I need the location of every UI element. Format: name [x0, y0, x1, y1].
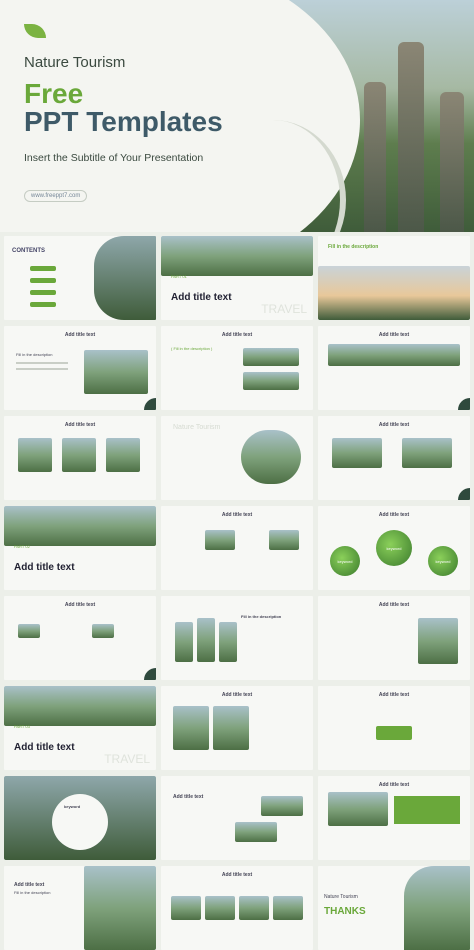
- slide-3-1[interactable]: Add title text: [4, 416, 156, 500]
- slide-5-1[interactable]: Add title text: [4, 596, 156, 680]
- slide-6-2[interactable]: Add title text: [161, 686, 313, 770]
- slide-part03[interactable]: PART 03 Add title text TRAVEL: [4, 686, 156, 770]
- slide-grid: CONTENTS PART 01 Add title text TRAVEL F…: [4, 236, 470, 950]
- slide-contents[interactable]: CONTENTS: [4, 236, 156, 320]
- slide-7-3[interactable]: Add title text: [318, 776, 470, 860]
- slide-6-3[interactable]: Add title text: [318, 686, 470, 770]
- slide-3-3[interactable]: Add title text: [318, 416, 470, 500]
- slide-big-title: Add title text: [171, 292, 232, 303]
- slide-part02[interactable]: PART 02 Add title text: [4, 506, 156, 590]
- contents-title: CONTENTS: [12, 248, 45, 254]
- slide-5-2[interactable]: Fill in the description: [161, 596, 313, 680]
- cover-title-ppt: PPT Templates: [24, 106, 223, 137]
- cover-url: www.freeppt7.com: [24, 190, 88, 202]
- slide-thanks[interactable]: Nature Tourism THANKS: [318, 866, 470, 950]
- slide-8-2[interactable]: Add title text: [161, 866, 313, 950]
- cover-slide: Nature Tourism Free PPT Templates Insert…: [0, 0, 474, 232]
- slide-2-1[interactable]: Add title text Fill in the description: [4, 326, 156, 410]
- slide-8-1[interactable]: Add title text Fill in the description: [4, 866, 156, 950]
- slide-part01[interactable]: PART 01 Add title text TRAVEL: [161, 236, 313, 320]
- slide-7-2[interactable]: Add title text: [161, 776, 313, 860]
- cover-subtitle: Insert the Subtitle of Your Presentation: [24, 152, 204, 164]
- slide-4-2[interactable]: Add title text: [161, 506, 313, 590]
- slide-fill-description[interactable]: Fill in the description: [318, 236, 470, 320]
- slide-5-3[interactable]: Add title text: [318, 596, 470, 680]
- slide-4-3[interactable]: Add title text keyword keyword keyword: [318, 506, 470, 590]
- slide-3-2[interactable]: Nature Tourism: [161, 416, 313, 500]
- slide-2-2[interactable]: Add title text ( Fill in the description…: [161, 326, 313, 410]
- slide-7-1[interactable]: keyword: [4, 776, 156, 860]
- slide-2-3[interactable]: Add title text: [318, 326, 470, 410]
- cover-title-small: Nature Tourism: [24, 54, 126, 71]
